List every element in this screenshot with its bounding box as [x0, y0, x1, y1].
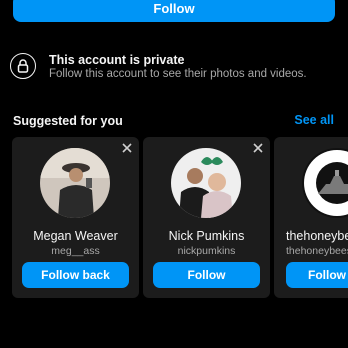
suggestion-username: meg__ass: [51, 245, 100, 257]
suggestions-carousel[interactable]: Megan Weaver meg__ass Follow back Nick P…: [12, 137, 348, 299]
avatar[interactable]: [171, 148, 241, 218]
follow-button[interactable]: Follow: [286, 262, 348, 288]
avatar[interactable]: [302, 148, 348, 218]
suggestion-name: Nick Pumkins: [168, 229, 245, 243]
private-subtitle: Follow this account to see their photos …: [49, 68, 307, 80]
suggestion-card[interactable]: thehoneybeesnest thehoneybeesnest Follow: [274, 137, 348, 298]
close-icon[interactable]: [251, 141, 265, 155]
private-account-notice: This account is private Follow this acco…: [10, 52, 340, 86]
see-all-link[interactable]: See all: [294, 113, 334, 127]
avatar[interactable]: [40, 148, 110, 218]
follow-button[interactable]: Follow: [153, 262, 260, 288]
lock-icon: [10, 53, 36, 79]
suggestion-card[interactable]: Megan Weaver meg__ass Follow back: [12, 137, 139, 298]
suggestion-card[interactable]: Nick Pumkins nickpumkins Follow: [143, 137, 270, 298]
private-title: This account is private: [49, 53, 185, 67]
follow-button[interactable]: Follow: [13, 0, 335, 22]
suggestion-name: Megan Weaver: [33, 229, 118, 243]
suggested-heading: Suggested for you: [13, 114, 123, 128]
follow-back-button[interactable]: Follow back: [22, 262, 129, 288]
close-icon[interactable]: [120, 141, 134, 155]
suggestion-username: thehoneybeesnest: [286, 245, 348, 257]
suggestion-username: nickpumkins: [177, 245, 236, 257]
suggestion-name: thehoneybeesnest: [286, 229, 348, 243]
